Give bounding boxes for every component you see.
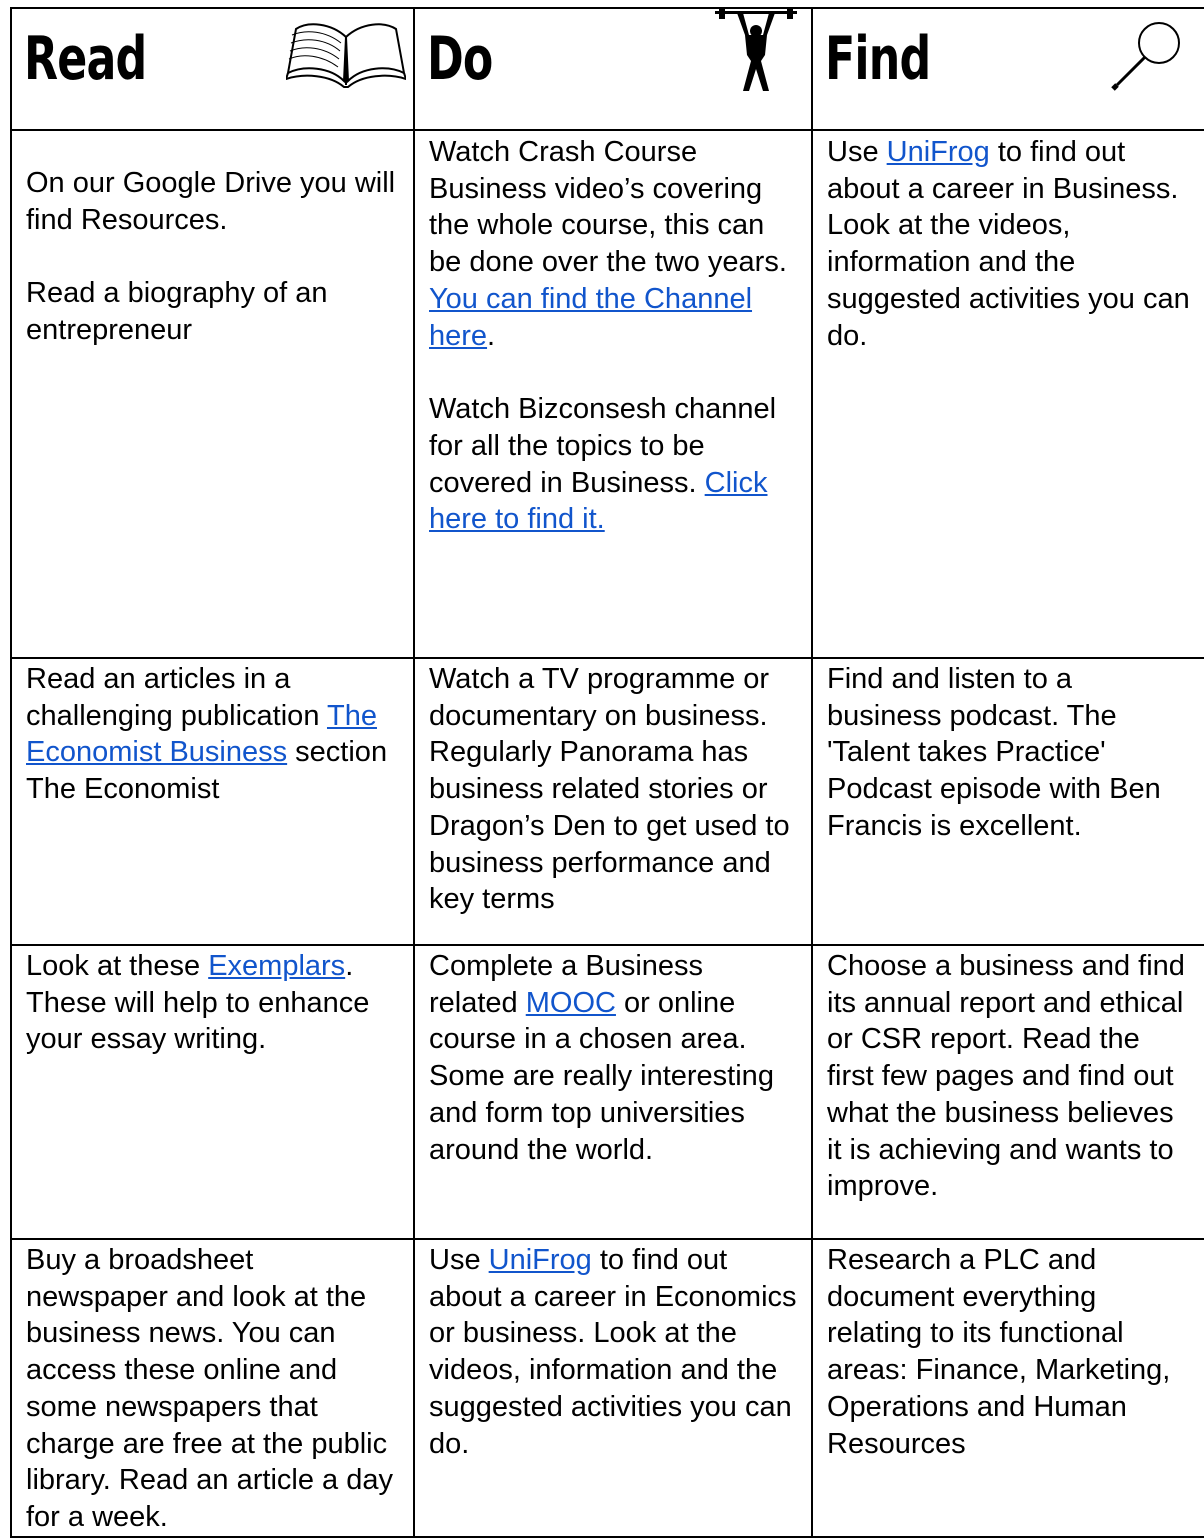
row2-find-text: Find and listen to a business podcast. T…	[827, 663, 1161, 842]
activity-table: Read Do Find On our Google Drive you wil…	[10, 7, 1204, 1538]
row2-find-cell: Find and listen to a business podcast. T…	[811, 657, 1204, 946]
mooc-link[interactable]: MOOC	[526, 987, 616, 1019]
row2-do-text: Watch a TV programme or documentary on b…	[429, 663, 790, 916]
crash-course-channel-link[interactable]: You can find the Channel here	[429, 283, 752, 352]
header-find-cell: Find	[811, 7, 1204, 131]
magnifying-glass-icon	[1111, 22, 1180, 91]
row2-read-cell: Read an articles in a challenging public…	[10, 657, 415, 946]
row4-do-pre: Use	[429, 1244, 489, 1276]
row1-read-p2: Read a biography of an entrepreneur	[26, 277, 328, 347]
header-find-title: Find	[825, 24, 931, 94]
row1-do-cell: Watch Crash Course Business video’s cove…	[413, 129, 813, 659]
row3-read-pre: Look at these	[26, 950, 209, 982]
row1-do-p1-end: .	[487, 319, 496, 352]
row3-do-text: Complete a Business related MOOC or onli…	[429, 948, 797, 1168]
table-row: Buy a broadsheet newspaper and look at t…	[10, 1238, 1204, 1538]
row4-do-cell: Use UniFrog to find out about a career i…	[413, 1238, 813, 1538]
row1-find-cell: Use UniFrog to find out about a career i…	[811, 129, 1204, 659]
row4-find-cell: Research a PLC and document everything r…	[811, 1238, 1204, 1538]
row2-read-pre: Read an articles in a challenging public…	[26, 663, 327, 732]
unifrog-link-2[interactable]: UniFrog	[489, 1244, 592, 1276]
row1-find-post: to find out about a career in Business. …	[827, 136, 1190, 352]
table-row: Read an articles in a challenging public…	[10, 657, 1204, 946]
header-do-title: Do	[427, 24, 493, 94]
row2-do-cell: Watch a TV programme or documentary on b…	[413, 657, 813, 946]
row2-read-text: Read an articles in a challenging public…	[26, 661, 399, 808]
row3-do-cell: Complete a Business related MOOC or onli…	[413, 944, 813, 1240]
row3-read-text: Look at these Exemplars. These will help…	[26, 948, 399, 1058]
row4-do-text: Use UniFrog to find out about a career i…	[429, 1242, 797, 1462]
row4-do-post: to find out about a career in Economics …	[429, 1244, 797, 1460]
row4-read-text: Buy a broadsheet newspaper and look at t…	[26, 1244, 393, 1533]
row1-do-p2: Watch Bizconsesh channel for all the top…	[429, 391, 797, 538]
header-row: Read Do Find	[10, 7, 1204, 131]
row4-read-cell: Buy a broadsheet newspaper and look at t…	[10, 1238, 415, 1538]
header-do-cell: Do	[413, 7, 813, 131]
row3-find-cell: Choose a business and find its annual re…	[811, 944, 1204, 1240]
row1-find-text: Use UniFrog to find out about a career i…	[827, 134, 1192, 354]
row4-find-text: Research a PLC and document everything r…	[827, 1244, 1171, 1460]
open-book-icon	[286, 23, 406, 88]
row1-do-p1-text: Watch Crash Course Business video’s cove…	[429, 136, 787, 279]
row3-find-text: Choose a business and find its annual re…	[827, 950, 1185, 1203]
row1-do-p1: Watch Crash Course Business video’s cove…	[429, 134, 797, 354]
row1-read-cell: On our Google Drive you will find Resour…	[10, 129, 415, 659]
unifrog-link[interactable]: UniFrog	[887, 136, 990, 168]
header-read-cell: Read	[10, 7, 415, 131]
table-row: Look at these Exemplars. These will help…	[10, 944, 1204, 1240]
table-row: On our Google Drive you will find Resour…	[10, 129, 1204, 659]
row3-read-cell: Look at these Exemplars. These will help…	[10, 944, 415, 1240]
exemplars-link[interactable]: Exemplars	[208, 950, 345, 982]
row1-read-p1: On our Google Drive you will find Resour…	[26, 167, 396, 236]
weightlifter-icon	[715, 10, 797, 91]
row1-find-pre: Use	[827, 136, 887, 168]
